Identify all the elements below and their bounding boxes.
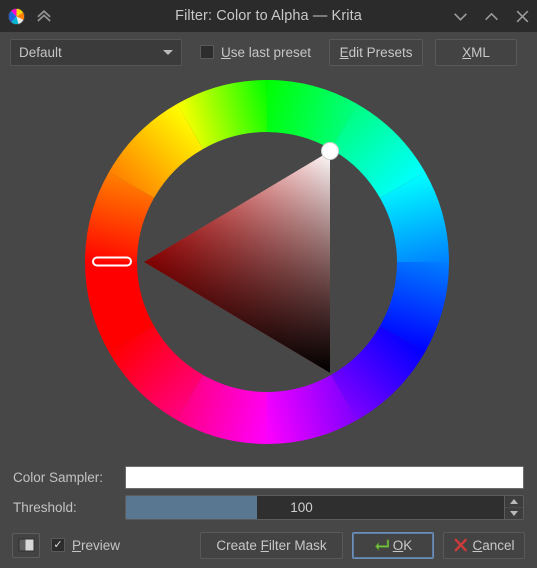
preview-label: Preview (72, 537, 121, 553)
preset-toolbar: Default Use last preset Edit Presets XML (0, 32, 537, 72)
edit-presets-button[interactable]: Edit Presets (329, 38, 424, 66)
preset-select-value: Default (19, 44, 62, 60)
xml-label: XML (462, 44, 490, 60)
double-chevron-up-icon[interactable] (35, 7, 53, 25)
color-sampler-label: Color Sampler: (13, 469, 104, 485)
preset-select[interactable]: Default (10, 38, 182, 66)
threshold-row: Threshold: 100 (13, 492, 524, 522)
color-sampler-input[interactable] (125, 465, 524, 489)
stepper-up-button[interactable] (505, 496, 523, 508)
minimize-button[interactable] (452, 8, 469, 25)
create-filter-mask-button[interactable]: Create Filter Mask (200, 531, 343, 559)
stepper-down-button[interactable] (505, 508, 523, 519)
color-sampler-row: Color Sampler: (13, 462, 524, 492)
triangle-down-icon (510, 510, 518, 516)
cancel-label: Cancel (472, 537, 515, 553)
preview-checkbox[interactable]: ✓ Preview (51, 538, 120, 553)
split-view-icon (18, 538, 34, 552)
use-last-preset-label: Use last preset (221, 44, 312, 60)
color-selector-area (0, 72, 537, 462)
filter-options-form: Color Sampler: Threshold: 100 (0, 462, 537, 522)
x-cross-icon (455, 538, 468, 551)
close-button[interactable] (514, 8, 531, 25)
triangle-selector-dot[interactable] (321, 142, 339, 160)
split-view-button[interactable] (12, 532, 40, 558)
titlebar-left-icons (8, 7, 53, 25)
triangle-up-icon (510, 498, 518, 504)
checkbox-box: ✓ (51, 538, 65, 552)
maximize-button[interactable] (483, 8, 500, 25)
hsv-triangle-color-selector[interactable] (85, 80, 449, 444)
edit-presets-label: Edit Presets (339, 44, 413, 60)
dialog-footer: ✓ Preview Create Filter Mask OK Cancel (0, 522, 537, 568)
close-icon (516, 10, 529, 22)
threshold-label: Threshold: (13, 499, 77, 515)
create-filter-mask-label: Create Filter Mask (216, 537, 327, 553)
chevron-up-icon (485, 12, 498, 20)
titlebar: Filter: Color to Alpha — Krita (0, 0, 537, 32)
checkbox-box (200, 45, 214, 59)
filter-dialog: Filter: Color to Alpha — Krita Default U… (0, 0, 537, 568)
threshold-slider-spinbox[interactable]: 100 (125, 494, 524, 520)
enter-arrow-icon (374, 539, 389, 551)
chevron-down-icon (454, 12, 467, 21)
ok-label: OK (392, 537, 413, 553)
xml-button[interactable]: XML (435, 38, 518, 66)
sv-triangle[interactable] (144, 151, 330, 373)
threshold-stepper[interactable] (504, 495, 523, 519)
ok-button[interactable]: OK (352, 531, 434, 559)
use-last-preset-checkbox[interactable]: Use last preset (200, 45, 311, 60)
cancel-button[interactable]: Cancel (443, 531, 525, 559)
chevron-down-icon (163, 49, 173, 55)
threshold-value: 100 (290, 499, 313, 515)
krita-logo-icon (8, 8, 25, 24)
window-controls (452, 8, 531, 25)
